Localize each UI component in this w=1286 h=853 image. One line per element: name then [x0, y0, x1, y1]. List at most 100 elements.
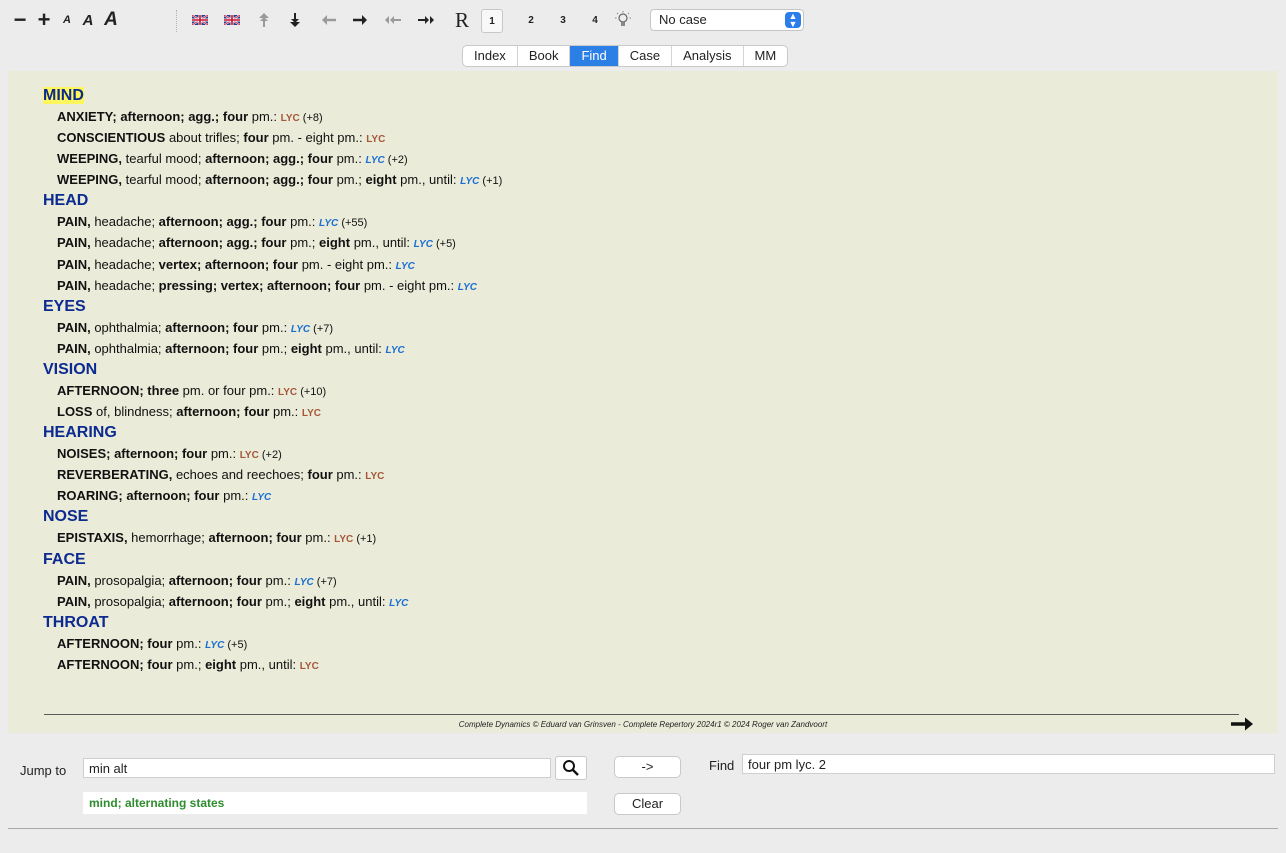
remedy-lyc[interactable]: LYC [365, 155, 384, 166]
zoom-in-button[interactable]: + [33, 7, 55, 32]
remedy-lyc[interactable]: LYC [460, 176, 479, 187]
section-title-nose[interactable]: NOSE [43, 506, 1243, 527]
remedy-lyc[interactable]: LYC [278, 387, 297, 398]
section-title-face[interactable]: FACE [43, 549, 1243, 570]
rubric-row[interactable]: PAIN, prosopalgia; afternoon; four pm.: … [43, 570, 1243, 591]
tab-index[interactable]: Index [463, 46, 518, 66]
rubric-row[interactable]: CONSCIENTIOUS about trifles; four pm. - … [43, 127, 1243, 148]
go-button[interactable]: -> [614, 756, 681, 778]
remedy-lyc[interactable]: LYC [366, 134, 385, 145]
double-arrow-right-icon [418, 16, 434, 24]
case-select-value: No case [659, 12, 707, 27]
remedy-lyc[interactable]: LYC [319, 218, 338, 229]
rubric-row[interactable]: AFTERNOON; three pm. or four pm.: LYC (+… [43, 380, 1243, 401]
copyright-text: Complete Dynamics © Eduard van Grinsven … [458, 720, 828, 729]
double-arrow-left-icon [385, 16, 401, 24]
lightbulb-icon [615, 11, 631, 26]
remedy-lyc[interactable]: LYC [414, 239, 433, 250]
find-label: Find [709, 758, 735, 773]
results-list: MIND ANXIETY; afternoon; agg.; four pm.:… [43, 85, 1243, 675]
rubric-row[interactable]: WEEPING, tearful mood; afternoon; agg.; … [43, 169, 1243, 190]
remedy-lyc[interactable]: LYC [300, 661, 319, 672]
level-4-button[interactable]: 4 [587, 8, 603, 32]
remedy-lyc[interactable]: LYC [302, 408, 321, 419]
rubric-row[interactable]: PAIN, headache; afternoon; agg.; four pm… [43, 232, 1243, 253]
rubric-row[interactable]: ROARING; afternoon; four pm.: LYC [43, 485, 1243, 506]
rubric-row[interactable]: ANXIETY; afternoon; agg.; four pm.: LYC … [43, 106, 1243, 127]
rubric-row[interactable]: PAIN, ophthalmia; afternoon; four pm.; e… [43, 338, 1243, 359]
remedy-lyc[interactable]: LYC [294, 577, 313, 588]
search-button[interactable] [555, 756, 587, 780]
flag-uk-icon [192, 15, 208, 25]
rubric-row[interactable]: PAIN, ophthalmia; afternoon; four pm.: L… [43, 317, 1243, 338]
level-3-button[interactable]: 3 [555, 8, 571, 32]
remedy-button[interactable]: R [450, 8, 474, 32]
find-input[interactable]: four pm lyc. 2 [742, 754, 1275, 774]
section-title-mind[interactable]: MIND [43, 85, 1243, 106]
remedy-lyc[interactable]: LYC [205, 640, 224, 651]
hint-button[interactable] [613, 8, 633, 32]
remedy-lyc[interactable]: LYC [252, 492, 271, 503]
tab-analysis[interactable]: Analysis [672, 46, 744, 66]
search-bar-area: Jump to min alt -> Find four pm lyc. 2 m… [0, 742, 1286, 830]
rubric-row[interactable]: AFTERNOON; four pm.: LYC (+5) [43, 633, 1243, 654]
go-bottom-button[interactable] [286, 8, 304, 32]
go-top-button[interactable] [255, 8, 273, 32]
font-small-button[interactable]: A [60, 8, 74, 32]
remedy-lyc[interactable]: LYC [396, 261, 415, 272]
rubric-row[interactable]: PAIN, headache; vertex; afternoon; four … [43, 254, 1243, 275]
chevron-updown-icon: ▲ ▼ [785, 12, 801, 29]
arrow-up-top-icon [259, 13, 269, 27]
section-title-head[interactable]: HEAD [43, 190, 1243, 211]
remedy-lyc[interactable]: LYC [240, 450, 259, 461]
previous-button[interactable] [319, 8, 339, 32]
case-select[interactable]: No case ▲ ▼ [650, 9, 804, 31]
clear-button[interactable]: Clear [614, 793, 681, 815]
zoom-out-button[interactable]: − [9, 7, 31, 32]
language-en-button[interactable] [190, 8, 210, 32]
arrow-left-icon [322, 15, 336, 25]
section-title-hearing[interactable]: HEARING [43, 422, 1243, 443]
remedy-lyc[interactable]: LYC [291, 324, 310, 335]
language-en-alt-button[interactable] [222, 8, 242, 32]
plus-icon: + [37, 7, 51, 32]
rubric-row[interactable]: PAIN, headache; pressing; vertex; aftern… [43, 275, 1243, 296]
next-button[interactable] [350, 8, 370, 32]
arrow-down-bottom-icon [290, 13, 300, 27]
rubric-row[interactable]: PAIN, prosopalgia; afternoon; four pm.; … [43, 591, 1243, 612]
jump-suggestion[interactable]: mind; alternating states [83, 792, 587, 814]
rubric-row[interactable]: NOISES; afternoon; four pm.: LYC (+2) [43, 443, 1243, 464]
rubric-row[interactable]: REVERBERATING, echoes and reechoes; four… [43, 464, 1243, 485]
toolbar-separator [176, 10, 178, 32]
tab-mm[interactable]: MM [744, 46, 788, 66]
section-title-eyes[interactable]: EYES [43, 296, 1243, 317]
rubric-row[interactable]: LOSS of, blindness; afternoon; four pm.:… [43, 401, 1243, 422]
section-title-vision[interactable]: VISION [43, 359, 1243, 380]
remedy-lyc[interactable]: LYC [389, 598, 408, 609]
remedy-lyc[interactable]: LYC [365, 471, 384, 482]
section-title-throat[interactable]: THROAT [43, 612, 1243, 633]
arrow-right-icon [353, 15, 367, 25]
font-medium-button[interactable]: A [80, 8, 96, 32]
level-2-button[interactable]: 2 [523, 8, 539, 32]
rubric-row[interactable]: AFTERNOON; four pm.; eight pm., until: L… [43, 654, 1243, 675]
remedy-lyc[interactable]: LYC [334, 534, 353, 545]
remedy-lyc[interactable]: LYC [458, 282, 477, 293]
rubric-row[interactable]: PAIN, headache; afternoon; agg.; four pm… [43, 211, 1243, 232]
tab-case[interactable]: Case [619, 46, 673, 66]
last-button[interactable] [415, 8, 437, 32]
rubric-row[interactable]: WEEPING, tearful mood; afternoon; agg.; … [43, 148, 1243, 169]
first-button[interactable] [382, 8, 404, 32]
font-large-button[interactable]: A [102, 8, 120, 32]
find-results-panel: MIND ANXIETY; afternoon; agg.; four pm.:… [8, 71, 1278, 733]
tab-book[interactable]: Book [518, 46, 571, 66]
next-page-button[interactable] [1230, 716, 1254, 737]
minus-icon: − [13, 7, 27, 32]
footer-divider [44, 714, 1239, 715]
rubric-row[interactable]: EPISTAXIS, hemorrhage; afternoon; four p… [43, 527, 1243, 548]
remedy-lyc[interactable]: LYC [385, 345, 404, 356]
tab-find[interactable]: Find [570, 46, 619, 66]
jump-to-input[interactable]: min alt [83, 758, 551, 778]
level-1-button[interactable]: 1 [481, 9, 503, 33]
remedy-lyc[interactable]: LYC [281, 113, 300, 124]
